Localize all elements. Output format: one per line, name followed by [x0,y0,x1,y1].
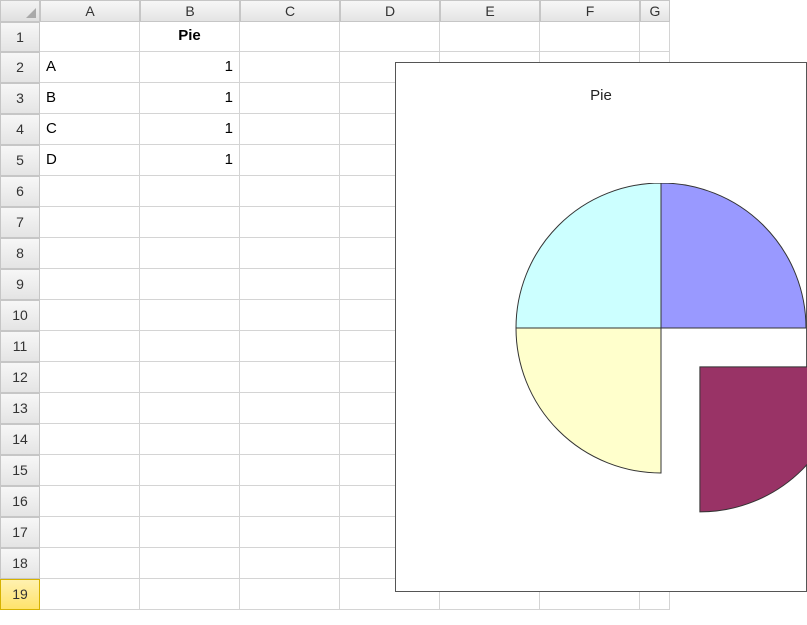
row-header-7[interactable]: 7 [0,207,40,238]
row-header-10[interactable]: 10 [0,300,40,331]
cell-A3[interactable]: B [40,83,140,114]
cell-B12[interactable] [140,362,240,393]
cell-B15[interactable] [140,455,240,486]
pie-slice-A[interactable] [661,183,806,328]
cell-A1[interactable] [40,22,140,52]
cell-C18[interactable] [240,548,340,579]
cell-A7[interactable] [40,207,140,238]
row-header-19[interactable]: 19 [0,579,40,610]
cell-C12[interactable] [240,362,340,393]
cell-C11[interactable] [240,331,340,362]
row-header-11[interactable]: 11 [0,331,40,362]
cell-A4[interactable]: C [40,114,140,145]
row-header-14[interactable]: 14 [0,424,40,455]
cell-A15[interactable] [40,455,140,486]
row-header-6[interactable]: 6 [0,176,40,207]
select-all-corner[interactable] [0,0,40,22]
cell-B19[interactable] [140,579,240,610]
cell-C2[interactable] [240,52,340,83]
cell-B17[interactable] [140,517,240,548]
row-header-4[interactable]: 4 [0,114,40,145]
cell-C13[interactable] [240,393,340,424]
col-header-A[interactable]: A [40,0,140,22]
cell-B14[interactable] [140,424,240,455]
row-header-18[interactable]: 18 [0,548,40,579]
pie-chart-svg [501,183,807,583]
cell-B3[interactable]: 1 [140,83,240,114]
cell-A2[interactable]: A [40,52,140,83]
cell-A6[interactable] [40,176,140,207]
row-header-3[interactable]: 3 [0,83,40,114]
col-header-G[interactable]: G [640,0,670,22]
cell-A10[interactable] [40,300,140,331]
row-header-16[interactable]: 16 [0,486,40,517]
row-header-1[interactable]: 1 [0,22,40,52]
col-header-F[interactable]: F [540,0,640,22]
cell-A17[interactable] [40,517,140,548]
cell-C15[interactable] [240,455,340,486]
cell-B6[interactable] [140,176,240,207]
pie-slice-C[interactable] [516,328,661,473]
row-header-2[interactable]: 2 [0,52,40,83]
cell-B4[interactable]: 1 [140,114,240,145]
cell-A12[interactable] [40,362,140,393]
cell-B18[interactable] [140,548,240,579]
cell-C1[interactable] [240,22,340,52]
cell-F1[interactable] [540,22,640,52]
cell-C3[interactable] [240,83,340,114]
cell-A13[interactable] [40,393,140,424]
cell-D1[interactable] [340,22,440,52]
col-header-C[interactable]: C [240,0,340,22]
cell-B2[interactable]: 1 [140,52,240,83]
cell-A16[interactable] [40,486,140,517]
cell-A14[interactable] [40,424,140,455]
cell-A8[interactable] [40,238,140,269]
cell-B1[interactable]: Pie [140,22,240,52]
cell-C16[interactable] [240,486,340,517]
row-header-13[interactable]: 13 [0,393,40,424]
cell-B7[interactable] [140,207,240,238]
row-header-8[interactable]: 8 [0,238,40,269]
cell-B5[interactable]: 1 [140,145,240,176]
cell-C8[interactable] [240,238,340,269]
cell-C19[interactable] [240,579,340,610]
cell-A18[interactable] [40,548,140,579]
cell-B16[interactable] [140,486,240,517]
cell-C9[interactable] [240,269,340,300]
cell-C4[interactable] [240,114,340,145]
row-header-12[interactable]: 12 [0,362,40,393]
cell-C14[interactable] [240,424,340,455]
cell-C7[interactable] [240,207,340,238]
cell-A9[interactable] [40,269,140,300]
row-header-17[interactable]: 17 [0,517,40,548]
pie-slice-B[interactable] [700,367,807,512]
cell-B9[interactable] [140,269,240,300]
row-header-5[interactable]: 5 [0,145,40,176]
chart-title: Pie [396,87,806,104]
cell-A11[interactable] [40,331,140,362]
cell-B8[interactable] [140,238,240,269]
cell-C6[interactable] [240,176,340,207]
cell-B11[interactable] [140,331,240,362]
col-header-B[interactable]: B [140,0,240,22]
pie-slice-D[interactable] [516,183,661,328]
pie-chart-object[interactable]: Pie [395,62,807,592]
cell-C5[interactable] [240,145,340,176]
row-header-15[interactable]: 15 [0,455,40,486]
cell-B13[interactable] [140,393,240,424]
cell-E1[interactable] [440,22,540,52]
cell-A5[interactable]: D [40,145,140,176]
cell-G1[interactable] [640,22,670,52]
cell-A19[interactable] [40,579,140,610]
col-header-D[interactable]: D [340,0,440,22]
cell-C17[interactable] [240,517,340,548]
col-header-E[interactable]: E [440,0,540,22]
cell-B10[interactable] [140,300,240,331]
cell-C10[interactable] [240,300,340,331]
row-header-9[interactable]: 9 [0,269,40,300]
